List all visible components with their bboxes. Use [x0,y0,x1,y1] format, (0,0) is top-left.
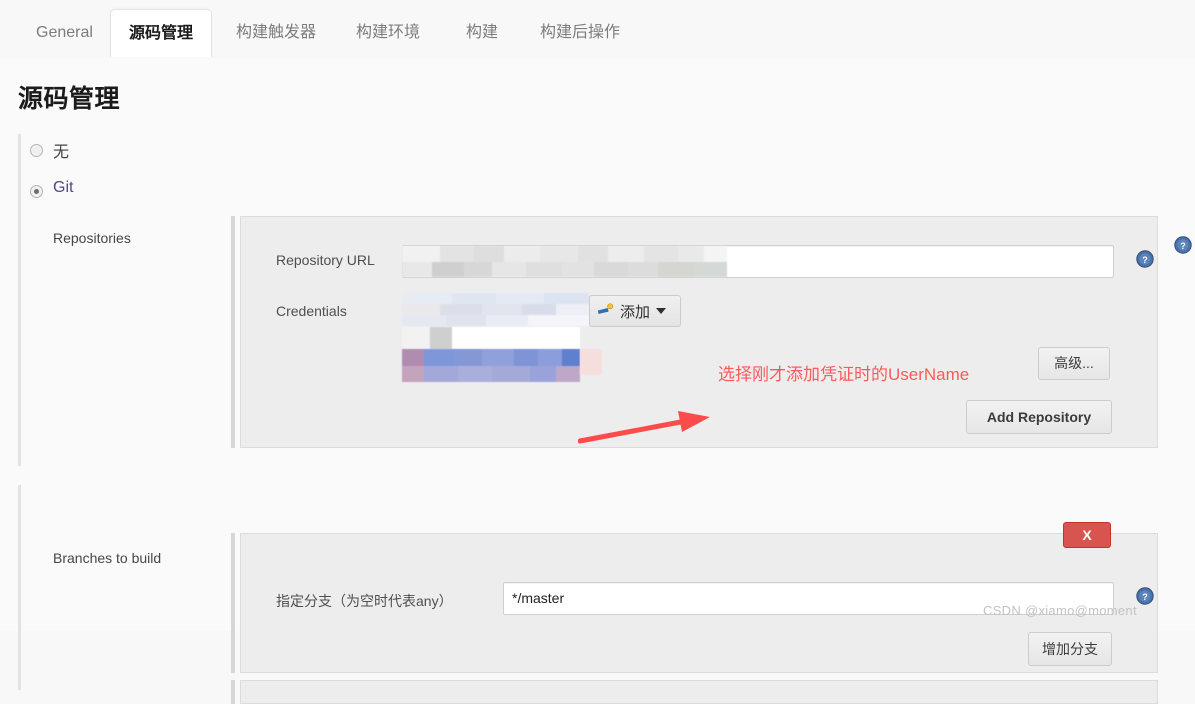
credentials-dropdown-edge [580,349,602,375]
add-credentials-label: 添加 [620,303,651,321]
branch-spec-help-icon[interactable]: ? [1136,587,1154,605]
add-branch-button[interactable]: 增加分支 [1028,632,1112,666]
repositories-label: Repositories [53,230,131,246]
tab-build-env[interactable]: 构建环境 [338,9,438,57]
tab-strip: General 源码管理 构建触发器 构建环境 构建 构建后操作 [0,9,1195,57]
scm-option-none-label: 无 [53,144,70,161]
next-panel [240,680,1158,704]
chevron-down-icon[interactable] [656,308,667,314]
credentials-dropdown-row-blank[interactable] [402,327,580,349]
advanced-button[interactable]: 高级... [1038,347,1110,380]
credentials-select-redaction[interactable] [402,293,590,326]
svg-text:?: ? [1142,255,1148,265]
scm-option-none[interactable]: 无 [21,134,421,175]
tab-build[interactable]: 构建 [448,9,516,57]
branch-spec-label: 指定分支（为空时代表any） [276,593,453,609]
svg-text:?: ? [1180,241,1186,251]
tab-post-build[interactable]: 构建后操作 [522,9,638,57]
next-panel-accent [231,680,235,704]
branches-label: Branches to build [53,550,162,566]
tab-build-triggers[interactable]: 构建触发器 [218,9,334,57]
repository-url-help-icon[interactable]: ? [1136,250,1154,268]
credentials-dropdown-selected-option[interactable] [402,349,580,382]
delete-branch-button[interactable]: X [1063,522,1111,548]
scm-section-help-icon[interactable]: ? [1174,236,1192,254]
repositories-row: Repositories Repository URL ? Credential… [18,216,1178,466]
add-repository-button[interactable]: Add Repository [966,400,1112,434]
tab-scm[interactable]: 源码管理 [110,9,213,57]
repositories-panel: Repository URL ? Credentials 添加 高级... Ad… [240,216,1158,448]
tab-general[interactable]: General [18,9,111,57]
watermark: CSDN @xiamo@moment [983,603,1137,618]
branches-panel-accent [231,533,235,673]
radio-none-icon[interactable] [30,144,43,157]
scm-option-git[interactable]: Git [21,175,421,216]
radio-git-icon[interactable] [30,185,43,198]
next-section-row [18,666,1178,704]
repositories-panel-accent [231,216,235,448]
credentials-label: Credentials [276,303,347,319]
repository-url-redaction [402,246,727,277]
tab-bar: General 源码管理 构建触发器 构建环境 构建 构建后操作 [0,0,1195,59]
key-icon [598,303,614,319]
page-title: 源码管理 [18,85,121,113]
scm-radio-group: 无 Git [18,134,421,216]
add-credentials-button[interactable]: 添加 [589,295,681,327]
annotation-text: 选择刚才添加凭证时的UserName [718,365,970,384]
scm-option-git-label: Git [53,179,74,196]
repository-url-label: Repository URL [276,252,375,268]
scm-config-page: 源码管理 无 Git Repositories Repository URL ?… [0,58,1195,704]
branches-row: Branches to build X 指定分支（为空时代表any） */mas… [18,485,1178,673]
svg-text:?: ? [1142,592,1148,602]
